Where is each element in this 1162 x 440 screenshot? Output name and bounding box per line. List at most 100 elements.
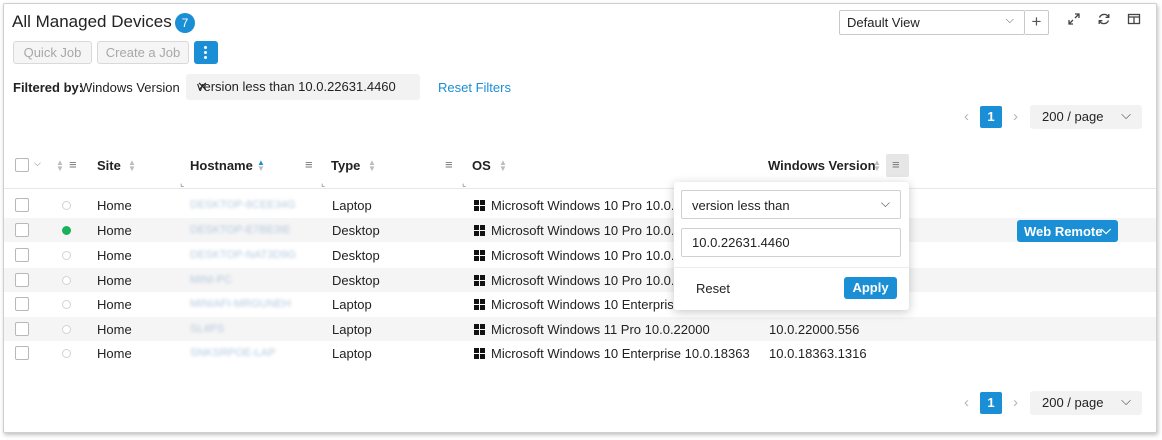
- hostname-cell[interactable]: DESKTOP-8CEE34G: [190, 199, 296, 211]
- chevron-down-icon: ⌵: [880, 196, 890, 210]
- site-link[interactable]: Home: [97, 346, 132, 361]
- row-checkbox[interactable]: [15, 322, 29, 336]
- site-link[interactable]: Home: [97, 273, 132, 288]
- more-actions-button[interactable]: [194, 41, 218, 64]
- prev-page-icon[interactable]: ‹: [964, 108, 969, 125]
- next-page-icon[interactable]: ›: [1013, 394, 1018, 411]
- version-filter-popover: version less than ⌵ 10.0.22631.4460 Rese…: [674, 182, 909, 310]
- next-page-icon[interactable]: ›: [1013, 108, 1018, 125]
- row-checkbox[interactable]: [15, 273, 29, 287]
- filter-icon[interactable]: ≡: [445, 157, 453, 172]
- filter-operator-value: version less than: [692, 198, 790, 213]
- columns-icon[interactable]: [1124, 12, 1144, 32]
- windows-version-filter-button[interactable]: ≡: [886, 154, 909, 177]
- filtered-by-label: Filtered by:: [13, 80, 84, 95]
- hostname-cell[interactable]: MINI-PC: [190, 274, 232, 286]
- per-page-value: 200 / page: [1042, 109, 1104, 124]
- type-cell: Laptop: [332, 297, 372, 312]
- status-indicator: [62, 251, 71, 260]
- row-checkbox[interactable]: [15, 198, 29, 212]
- site-link[interactable]: Home: [97, 297, 132, 312]
- per-page-value: 200 / page: [1042, 395, 1104, 410]
- chevron-down-icon: ⌵: [1005, 14, 1014, 26]
- sort-icon[interactable]: ▲ ▼: [56, 159, 64, 173]
- per-page-select[interactable]: 200 / page ⌵: [1030, 391, 1142, 415]
- active-filter-chip: version less than 10.0.22631.4460 ✕: [186, 74, 420, 100]
- row-checkbox[interactable]: [15, 248, 29, 262]
- refresh-icon[interactable]: [1094, 12, 1114, 32]
- expand-icon[interactable]: [1064, 12, 1084, 32]
- windows-icon: [474, 275, 485, 286]
- hostname-cell[interactable]: SL4PS: [190, 323, 224, 335]
- chevron-down-icon[interactable]: ⌵: [34, 158, 41, 169]
- per-page-select[interactable]: 200 / page ⌵: [1030, 105, 1142, 129]
- filter-icon: ≡: [892, 157, 900, 172]
- row-checkbox[interactable]: [15, 223, 29, 237]
- device-count-badge: 7: [175, 13, 195, 33]
- column-type[interactable]: Type: [331, 158, 360, 173]
- sort-icon[interactable]: ▲ ▼: [128, 159, 136, 173]
- column-site[interactable]: Site: [97, 158, 121, 173]
- site-link[interactable]: Home: [97, 248, 132, 263]
- hostname-cell[interactable]: DESKTOP-E7BE3IE: [190, 224, 291, 236]
- site-link[interactable]: Home: [97, 322, 132, 337]
- hostname-cell[interactable]: SNKSRPOE-LAP: [190, 347, 276, 359]
- windows-icon: [474, 348, 485, 359]
- os-cell: Microsoft Windows 10 Pro 10.0.1: [491, 273, 673, 288]
- current-page[interactable]: 1: [980, 392, 1002, 414]
- column-windows-version[interactable]: Windows Version: [768, 158, 876, 173]
- view-select[interactable]: Default View ⌵: [839, 10, 1025, 35]
- select-all-checkbox[interactable]: [15, 158, 29, 172]
- create-job-button[interactable]: Create a Job: [97, 41, 189, 64]
- filter-value-input[interactable]: 10.0.22631.4460: [681, 228, 901, 257]
- add-view-button[interactable]: +: [1025, 10, 1049, 35]
- os-cell: Microsoft Windows 10 Pro 10.0.1: [491, 198, 673, 213]
- reset-filters-link[interactable]: Reset Filters: [438, 80, 511, 95]
- windows-icon: [474, 225, 485, 236]
- plus-icon: +: [1031, 12, 1042, 31]
- windows-icon: [474, 250, 485, 261]
- chevron-down-icon: ⌵: [1101, 222, 1111, 237]
- sort-icon[interactable]: ▲ ▼: [499, 159, 507, 173]
- quick-job-button[interactable]: Quick Job: [13, 41, 92, 64]
- divider: [674, 267, 909, 268]
- status-indicator: [62, 300, 71, 309]
- view-select-value: Default View: [847, 15, 920, 30]
- hostname-cell[interactable]: DESKTOP-NAT3D9G: [190, 249, 296, 261]
- close-icon[interactable]: ✕: [197, 79, 208, 95]
- type-cell: Desktop: [332, 248, 380, 263]
- os-cell: Microsoft Windows 10 Pro 10.0.1: [491, 223, 673, 238]
- column-hostname[interactable]: Hostname: [190, 158, 253, 173]
- sort-ascending-icon[interactable]: ▲ ▼: [257, 159, 265, 173]
- sort-icon[interactable]: ▲ ▼: [368, 159, 376, 173]
- hostname-cell[interactable]: MINIAFI-MRGUNEH: [190, 298, 291, 310]
- windows-version-cell: 10.0.18363.1316: [769, 346, 867, 361]
- prev-page-icon[interactable]: ‹: [964, 394, 969, 411]
- os-cell: Microsoft Windows 11 Pro 10.0.22000: [491, 322, 710, 337]
- filter-icon[interactable]: ≡: [305, 157, 313, 172]
- os-cell: Microsoft Windows 10 Enterprise: [491, 297, 673, 312]
- web-remote-button[interactable]: Web Remote ⌵: [1017, 220, 1118, 242]
- filter-icon[interactable]: ≡: [69, 157, 77, 172]
- column-os[interactable]: OS: [472, 158, 491, 173]
- filter-chip-text: version less than 10.0.22631.4460: [197, 79, 396, 94]
- filter-operator-select[interactable]: version less than ⌵: [681, 190, 901, 219]
- filter-apply-button[interactable]: Apply: [844, 277, 897, 299]
- status-indicator: [62, 349, 71, 358]
- filter-field-name: Windows Version: [80, 80, 180, 95]
- status-indicator: [62, 276, 71, 285]
- sort-icon[interactable]: ▲ ▼: [873, 159, 881, 173]
- row-checkbox[interactable]: [15, 297, 29, 311]
- windows-icon: [474, 200, 485, 211]
- type-cell: Laptop: [332, 346, 372, 361]
- row-checkbox[interactable]: [15, 346, 29, 360]
- type-cell: Laptop: [332, 322, 372, 337]
- windows-icon: [474, 324, 485, 335]
- filter-reset-button[interactable]: Reset: [696, 281, 730, 296]
- status-indicator: [62, 325, 71, 334]
- windows-version-cell: 10.0.22000.556: [769, 322, 860, 337]
- type-cell: Desktop: [332, 223, 380, 238]
- site-link[interactable]: Home: [97, 223, 132, 238]
- current-page[interactable]: 1: [980, 106, 1002, 128]
- site-link[interactable]: Home: [97, 198, 132, 213]
